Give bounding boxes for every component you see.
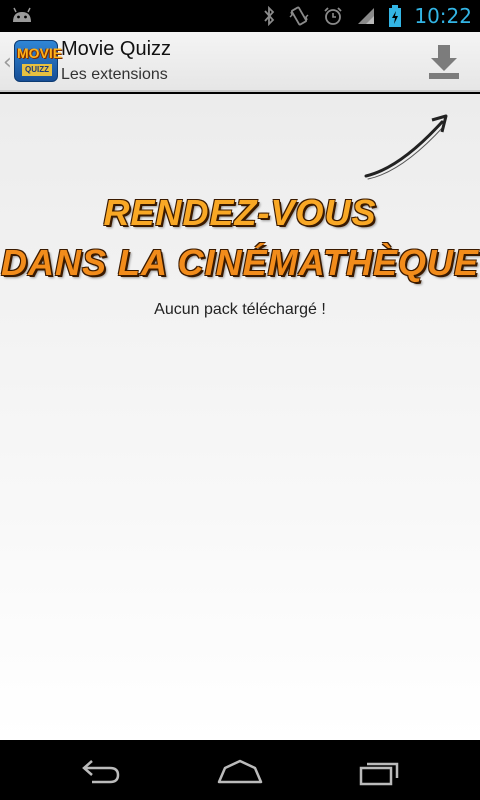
logo-word-movie: MOVIE bbox=[17, 45, 63, 61]
bluetooth-icon bbox=[262, 6, 276, 26]
empty-message: Aucun pack téléchargé ! bbox=[154, 301, 326, 318]
headline-line-2: DANS LA CINÉMATHÈQUE bbox=[1, 242, 479, 283]
back-icon bbox=[82, 760, 120, 784]
headline-line-1: RENDEZ-VOUS bbox=[103, 192, 377, 233]
app-logo[interactable]: MOVIE QUIZZ bbox=[14, 40, 63, 82]
up-caret-icon[interactable]: ‹ bbox=[3, 50, 12, 75]
download-button[interactable] bbox=[426, 42, 462, 82]
app-subtitle: Les extensions bbox=[61, 66, 168, 83]
home-button[interactable] bbox=[215, 756, 265, 786]
android-icon bbox=[10, 6, 34, 28]
battery-charging-icon bbox=[388, 5, 402, 27]
back-button[interactable] bbox=[76, 756, 126, 786]
download-icon bbox=[429, 45, 459, 79]
clock: 10:22 bbox=[414, 4, 472, 28]
status-bar: 10:22 bbox=[0, 0, 480, 32]
app-title: Movie Quizz bbox=[61, 38, 172, 60]
alarm-icon bbox=[322, 5, 344, 27]
action-bar: ‹ MOVIE QUIZZ Movie Quizz Les extensions bbox=[0, 32, 480, 92]
signal-icon bbox=[356, 6, 376, 26]
arrow-decoration bbox=[364, 114, 448, 180]
home-icon bbox=[217, 759, 263, 784]
recent-apps-button[interactable] bbox=[355, 756, 405, 786]
vibrate-icon bbox=[288, 5, 310, 27]
logo-word-quizz: QUIZZ bbox=[22, 64, 52, 76]
navigation-bar bbox=[0, 740, 480, 800]
recent-apps-icon bbox=[359, 762, 399, 786]
content-area: RENDEZ-VOUS DANS LA CINÉMATHÈQUE Aucun p… bbox=[0, 94, 480, 740]
